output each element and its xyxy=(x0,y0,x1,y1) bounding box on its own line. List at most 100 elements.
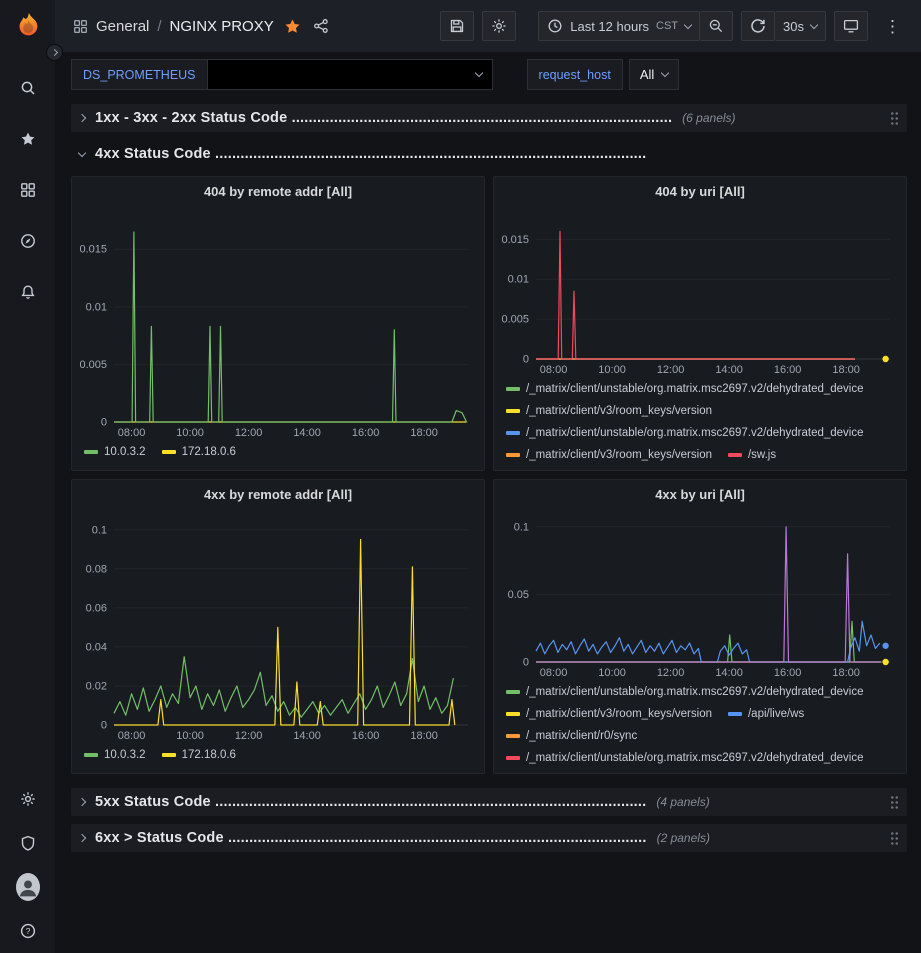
legend-label: /api/live/ws xyxy=(748,703,804,725)
row-drag-handle[interactable] xyxy=(890,111,899,126)
legend-label: /_matrix/client/unstable/org.matrix.msc2… xyxy=(526,422,864,444)
legend-swatch xyxy=(84,450,98,454)
panel-title[interactable]: 404 by remote addr [All] xyxy=(72,177,484,207)
time-series-plot[interactable]: 00.0050.010.01508:0010:0012:0014:0016:00… xyxy=(494,207,906,377)
panel-404-by-remote-addr: 404 by remote addr [All] 00.0050.010.015… xyxy=(71,176,485,471)
dashboard-body: 1xx - 3xx - 2xx Status Code ............… xyxy=(55,96,921,953)
row-1xx-3xx-2xx[interactable]: 1xx - 3xx - 2xx Status Code ............… xyxy=(71,104,907,132)
panel-title[interactable]: 4xx by remote addr [All] xyxy=(72,480,484,510)
legend-swatch xyxy=(728,712,742,716)
row-drag-handle[interactable] xyxy=(890,831,899,846)
sidebar-item-starred[interactable] xyxy=(16,127,40,151)
legend-item[interactable]: /_matrix/client/r0/sync xyxy=(506,725,637,747)
chart-404-by-remote-addr[interactable]: 00.0050.010.01508:0010:0012:0014:0016:00… xyxy=(72,207,484,440)
save-dashboard-button[interactable] xyxy=(440,11,474,41)
x-axis-tick-label: 14:00 xyxy=(715,667,743,679)
compass-icon xyxy=(20,233,36,249)
request-host-variable-label[interactable]: request_host xyxy=(527,59,623,90)
legend-item[interactable]: /api/live/ws xyxy=(728,703,804,725)
legend-item[interactable]: /_matrix/client/unstable/org.matrix.msc2… xyxy=(506,747,864,769)
x-axis-tick-label: 16:00 xyxy=(352,427,380,439)
legend-item[interactable]: 172.18.0.6 xyxy=(162,744,236,766)
zoom-out-button[interactable] xyxy=(700,11,733,41)
legend-row: /_matrix/client/unstable/org.matrix.msc2… xyxy=(506,681,894,703)
dashboard-grid-icon xyxy=(73,19,88,34)
legend-item[interactable]: 10.0.3.2 xyxy=(84,744,146,766)
chevron-down-icon xyxy=(474,69,482,77)
legend-swatch xyxy=(162,450,176,454)
x-axis-tick-label: 10:00 xyxy=(598,364,626,376)
chevron-down-icon xyxy=(810,20,818,28)
row-5xx[interactable]: 5xx Status Code ........................… xyxy=(71,788,907,816)
time-series-plot[interactable]: 00.0050.010.01508:0010:0012:0014:0016:00… xyxy=(72,207,484,440)
x-axis-tick-label: 12:00 xyxy=(657,667,685,679)
y-axis-tick-label: 0 xyxy=(101,417,107,429)
row-drag-handle[interactable] xyxy=(890,795,899,810)
search-icon xyxy=(20,80,36,96)
legend-label: /_matrix/client/unstable/org.matrix.msc2… xyxy=(526,378,864,400)
time-series-plot[interactable]: 00.050.108:0010:0012:0014:0016:0018:00 xyxy=(494,510,906,680)
series-line xyxy=(114,657,453,718)
chart-4xx-by-remote-addr[interactable]: 00.020.040.060.080.108:0010:0012:0014:00… xyxy=(72,510,484,743)
legend-item[interactable]: /_matrix/client/v3/room_keys/version xyxy=(506,400,712,422)
share-icon[interactable] xyxy=(313,18,329,34)
refresh-controls: 30s xyxy=(741,11,826,41)
sidebar-toggle-button[interactable] xyxy=(46,44,63,61)
kebab-menu-button[interactable]: ⋮ xyxy=(876,11,909,41)
sidebar-item-search[interactable] xyxy=(16,76,40,100)
legend-item[interactable]: /_matrix/client/unstable/org.matrix.msc2… xyxy=(506,378,864,400)
sidebar-item-server-admin[interactable] xyxy=(16,831,40,855)
chart-404-by-uri[interactable]: 00.0050.010.01508:0010:0012:0014:0016:00… xyxy=(494,207,906,377)
legend-item[interactable]: /_matrix/client/unstable/org.matrix.msc2… xyxy=(506,422,864,444)
chart-4xx-by-uri[interactable]: 00.050.108:0010:0012:0014:0016:0018:00 xyxy=(494,510,906,680)
datasource-select[interactable] xyxy=(207,59,493,90)
series-line xyxy=(114,540,455,726)
breadcrumb-folder[interactable]: General xyxy=(96,18,149,35)
row-panel-count: (2 panels) xyxy=(657,831,710,845)
legend-item[interactable]: 10.0.3.2 xyxy=(84,441,146,463)
sidebar-item-dashboards[interactable] xyxy=(16,178,40,202)
sidebar-item-help[interactable]: ? xyxy=(16,919,40,943)
legend-item[interactable]: /_matrix/client/v3/room_keys/version xyxy=(506,444,712,466)
legend-item[interactable]: 172.18.0.6 xyxy=(162,441,236,463)
x-axis-tick-label: 18:00 xyxy=(410,730,438,742)
dashboard-settings-button[interactable] xyxy=(482,11,516,41)
x-axis-tick-label: 12:00 xyxy=(657,364,685,376)
sidebar-item-profile[interactable] xyxy=(16,875,40,899)
chevron-right-icon xyxy=(78,834,86,842)
y-axis-tick-label: 0.1 xyxy=(514,521,529,533)
sidebar-item-explore[interactable] xyxy=(16,229,40,253)
gear-icon xyxy=(20,791,36,807)
chevron-right-icon xyxy=(78,798,86,806)
y-axis-tick-label: 0.1 xyxy=(92,524,107,536)
panel-title[interactable]: 4xx by uri [All] xyxy=(494,480,906,510)
row-title: 4xx Status Code ........................… xyxy=(95,146,646,162)
y-axis-tick-label: 0.08 xyxy=(86,563,107,575)
row-4xx[interactable]: 4xx Status Code ........................… xyxy=(71,140,907,168)
legend-item[interactable]: /sw.js xyxy=(728,444,776,466)
panel-legend: /_matrix/client/unstable/org.matrix.msc2… xyxy=(494,680,906,769)
breadcrumb-dashboard-title[interactable]: NGINX PROXY xyxy=(170,18,274,35)
clock-icon xyxy=(547,18,563,34)
svg-text:?: ? xyxy=(25,926,30,936)
time-range-picker[interactable]: Last 12 hours CST xyxy=(538,11,700,41)
time-series-plot[interactable]: 00.020.040.060.080.108:0010:0012:0014:00… xyxy=(72,510,484,743)
request-host-select[interactable]: All xyxy=(629,59,679,90)
x-axis-tick-label: 14:00 xyxy=(293,427,321,439)
sidebar-item-alerting[interactable] xyxy=(16,280,40,304)
time-controls: Last 12 hours CST xyxy=(538,11,733,41)
favorite-star-icon[interactable] xyxy=(284,18,301,35)
tv-mode-button[interactable] xyxy=(834,11,868,41)
dashboards-grid-icon xyxy=(20,182,36,198)
series-line xyxy=(536,231,855,359)
refresh-interval-dropdown[interactable]: 30s xyxy=(775,11,826,41)
datasource-variable-label[interactable]: DS_PROMETHEUS xyxy=(71,59,208,90)
row-6xx[interactable]: 6xx > Status Code ......................… xyxy=(71,824,907,852)
y-axis-tick-label: 0.04 xyxy=(86,641,107,653)
refresh-button[interactable] xyxy=(741,11,775,41)
grafana-logo[interactable] xyxy=(0,0,55,52)
legend-item[interactable]: /_matrix/client/v3/room_keys/version xyxy=(506,703,712,725)
panel-title[interactable]: 404 by uri [All] xyxy=(494,177,906,207)
sidebar-item-settings[interactable] xyxy=(16,787,40,811)
legend-item[interactable]: /_matrix/client/unstable/org.matrix.msc2… xyxy=(506,681,864,703)
